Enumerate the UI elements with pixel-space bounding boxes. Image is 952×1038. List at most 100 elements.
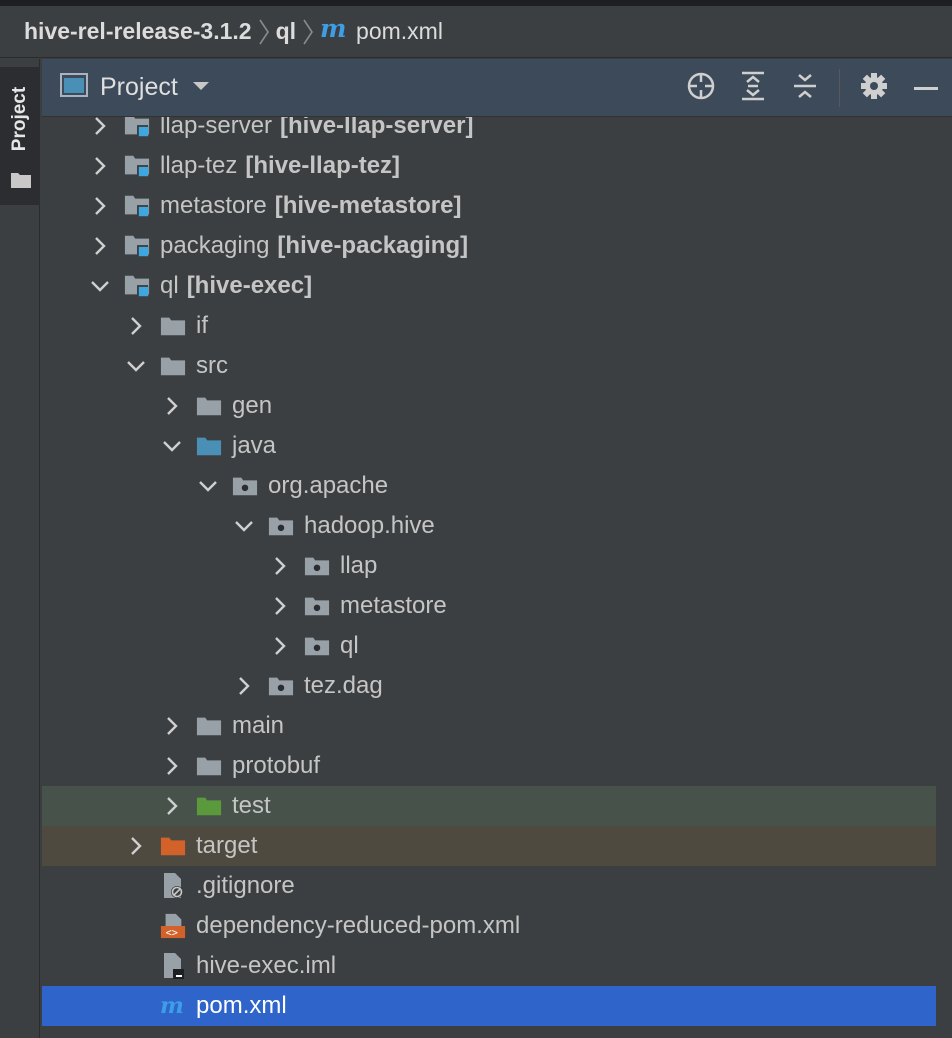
folder-icon bbox=[10, 171, 32, 194]
package-icon bbox=[304, 633, 330, 659]
breadcrumb-file[interactable]: m pom.xml bbox=[320, 14, 443, 48]
gear-icon bbox=[860, 72, 888, 105]
tree-folder-item[interactable]: protobuf bbox=[42, 746, 936, 786]
expand-all-button[interactable] bbox=[727, 59, 779, 117]
ignore-file-icon bbox=[160, 873, 186, 899]
panel-toolbar bbox=[675, 59, 952, 117]
breadcrumb-separator-icon bbox=[252, 17, 276, 47]
collapse-all-button[interactable] bbox=[779, 59, 831, 117]
tree-arrow-spacer bbox=[124, 874, 148, 898]
tree-item-label: hive-exec.iml bbox=[196, 952, 337, 979]
tree-folder-item[interactable]: ql [hive-exec] bbox=[42, 266, 936, 306]
chevron-right-icon[interactable] bbox=[232, 674, 256, 698]
breadcrumb: hive-rel-release-3.1.2 ql m pom.xml bbox=[0, 6, 952, 58]
tree-item-label: java bbox=[232, 432, 277, 459]
package-icon bbox=[304, 593, 330, 619]
toolbar-divider bbox=[839, 69, 840, 107]
folder-icon bbox=[196, 713, 222, 739]
tree-item-label: main bbox=[232, 712, 285, 739]
tree-folder-item[interactable]: tez.dag bbox=[42, 666, 936, 706]
chevron-right-icon[interactable] bbox=[268, 594, 292, 618]
chevron-right-icon[interactable] bbox=[160, 714, 184, 738]
tree-folder-item[interactable]: packaging [hive-packaging] bbox=[42, 226, 936, 266]
chevron-right-icon[interactable] bbox=[160, 794, 184, 818]
tree-arrow-spacer bbox=[124, 954, 148, 978]
tree-folder-item[interactable]: llap-tez [hive-llap-tez] bbox=[42, 146, 936, 186]
collapse-all-icon bbox=[792, 71, 818, 106]
chevron-right-icon[interactable] bbox=[88, 234, 112, 258]
project-tool-tab[interactable]: Project bbox=[0, 67, 40, 205]
tree-scrollbar[interactable] bbox=[936, 117, 952, 1038]
xml-file-icon: <> bbox=[160, 913, 186, 939]
tree-item-label: hadoop.hive bbox=[304, 512, 435, 539]
chevron-right-icon[interactable] bbox=[268, 634, 292, 658]
tree-folder-item[interactable]: metastore bbox=[42, 586, 936, 626]
tree-folder-item[interactable]: llap-server [hive-llap-server] bbox=[42, 117, 936, 146]
tree-folder-item[interactable]: gen bbox=[42, 386, 936, 426]
settings-button[interactable] bbox=[848, 59, 900, 117]
tree-item-label: metastore bbox=[160, 192, 267, 219]
tree-item-module-name: [hive-packaging] bbox=[277, 232, 469, 259]
tree-file-item[interactable]: hive-exec.iml bbox=[42, 946, 936, 986]
tree-folder-item[interactable]: metastore [hive-metastore] bbox=[42, 186, 936, 226]
minimize-button[interactable] bbox=[900, 59, 952, 117]
tree-folder-item[interactable]: test bbox=[42, 786, 936, 826]
breadcrumb-module[interactable]: ql bbox=[276, 18, 296, 45]
chevron-down-icon[interactable] bbox=[196, 474, 220, 498]
project-panel-header: Project bbox=[42, 59, 952, 117]
chevron-down-icon[interactable] bbox=[160, 434, 184, 458]
tree-folder-item[interactable]: if bbox=[42, 306, 936, 346]
chevron-down-icon bbox=[192, 79, 210, 97]
svg-text:<>: <> bbox=[166, 928, 178, 939]
tree-folder-item[interactable]: hadoop.hive bbox=[42, 506, 936, 546]
breadcrumb-separator-icon bbox=[296, 17, 320, 47]
chevron-down-icon[interactable] bbox=[124, 354, 148, 378]
chevron-right-icon[interactable] bbox=[268, 554, 292, 578]
tree-folder-item[interactable]: src bbox=[42, 346, 936, 386]
chevron-right-icon[interactable] bbox=[124, 834, 148, 858]
panel-title: Project bbox=[100, 73, 178, 101]
svg-text:m: m bbox=[320, 16, 346, 42]
locate-button[interactable] bbox=[675, 59, 727, 117]
tree-folder-item[interactable]: main bbox=[42, 706, 936, 746]
tree-folder-item[interactable]: target bbox=[42, 826, 936, 866]
excluded-folder-icon bbox=[160, 833, 186, 859]
tree-item-module-name: [hive-metastore] bbox=[274, 192, 462, 219]
maven-icon: m bbox=[160, 993, 186, 1019]
test-folder-icon bbox=[196, 793, 222, 819]
breadcrumb-project[interactable]: hive-rel-release-3.1.2 bbox=[24, 18, 252, 45]
tree-item-label: llap-tez bbox=[160, 152, 238, 179]
chevron-right-icon[interactable] bbox=[88, 154, 112, 178]
folder-icon bbox=[160, 313, 186, 339]
tree-item-label: metastore bbox=[340, 592, 447, 619]
tree-item-label: llap bbox=[340, 552, 378, 579]
tree-folder-item[interactable]: java bbox=[42, 426, 936, 466]
tree-item-label: protobuf bbox=[232, 752, 321, 779]
module-folder-icon bbox=[124, 273, 150, 299]
tree-item-module-name: [hive-exec] bbox=[186, 272, 313, 299]
minimize-icon bbox=[913, 79, 939, 97]
svg-text:m: m bbox=[160, 993, 184, 1019]
chevron-right-icon[interactable] bbox=[88, 194, 112, 218]
tree-folder-item[interactable]: org.apache bbox=[42, 466, 936, 506]
chevron-down-icon[interactable] bbox=[88, 274, 112, 298]
module-folder-icon bbox=[124, 233, 150, 259]
tree-file-item[interactable]: <> dependency-reduced-pom.xml bbox=[42, 906, 936, 946]
tree-folder-item[interactable]: llap bbox=[42, 546, 936, 586]
view-selector[interactable]: Project bbox=[60, 73, 210, 102]
tree-folder-item[interactable]: ql bbox=[42, 626, 936, 666]
tree-item-label: pom.xml bbox=[196, 992, 287, 1019]
chevron-right-icon[interactable] bbox=[88, 117, 112, 138]
breadcrumb-file-label: pom.xml bbox=[356, 18, 443, 44]
tree-item-label: test bbox=[232, 792, 271, 819]
chevron-right-icon[interactable] bbox=[160, 754, 184, 778]
chevron-right-icon[interactable] bbox=[160, 394, 184, 418]
project-view-icon bbox=[60, 73, 88, 102]
tree-file-item[interactable]: .gitignore bbox=[42, 866, 936, 906]
project-tool-tab-label: Project bbox=[9, 86, 30, 152]
chevron-down-icon[interactable] bbox=[232, 514, 256, 538]
chevron-right-icon[interactable] bbox=[124, 314, 148, 338]
tree-item-module-name: [hive-llap-tez] bbox=[245, 152, 401, 179]
tree-item-label: target bbox=[196, 832, 258, 859]
tree-file-item[interactable]: m pom.xml bbox=[42, 986, 936, 1026]
